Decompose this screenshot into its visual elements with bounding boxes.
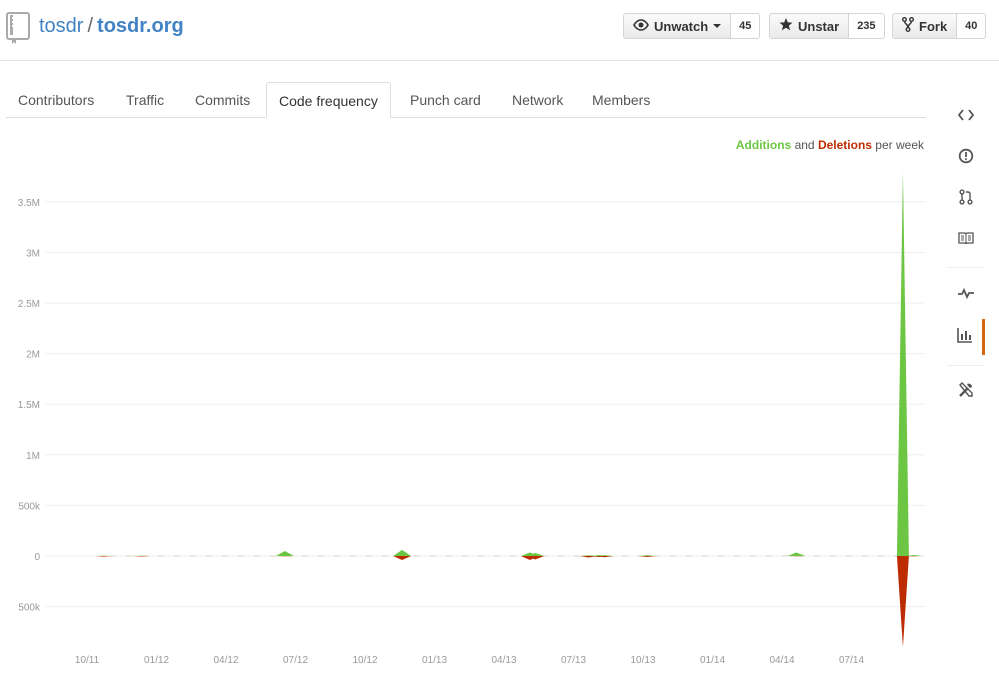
legend-suffix: per week: [875, 138, 924, 152]
x-tick-label: 04/12: [213, 655, 238, 666]
pulse-icon: [958, 286, 974, 304]
watch-button-group: Unwatch 45: [623, 13, 761, 39]
x-tick-label: 07/12: [283, 655, 308, 666]
sidebar-divider: [947, 365, 985, 366]
tab-code-frequency[interactable]: Code frequency: [266, 82, 391, 118]
star-button-group: Unstar 235: [769, 13, 885, 39]
legend-additions: Additions: [735, 138, 792, 152]
forks-count[interactable]: 40: [957, 13, 987, 39]
code-frequency-chart: 3.5M 3M 2.5M 2M 1.5M 1M 500k 0 500k 10/11 01/12 04…: [18, 171, 925, 666]
y-axis: 3.5M 3M 2.5M 2M 1.5M 1M 500k 0 500k: [18, 198, 41, 614]
tab-commits[interactable]: Commits: [183, 82, 262, 117]
sidebar-item-graphs[interactable]: [947, 319, 985, 355]
wiki-icon: [958, 231, 974, 249]
pull-requests-icon: [959, 188, 973, 210]
legend-deletions: Deletions: [817, 138, 872, 152]
fork-label: Fork: [919, 18, 948, 34]
x-tick-label: 04/13: [491, 655, 516, 666]
fork-icon: [902, 17, 919, 35]
x-tick-label: 07/14: [839, 655, 864, 666]
watchers-count[interactable]: 45: [731, 13, 761, 39]
sidebar-divider: [947, 267, 985, 268]
additions-area: [787, 552, 806, 556]
tab-contributors[interactable]: Contributors: [6, 82, 106, 117]
x-tick-label: 10/12: [352, 655, 377, 666]
repo-title: tosdr / tosdr.org: [39, 15, 184, 38]
unstar-label: Unstar: [798, 18, 840, 34]
chart-series: [94, 171, 925, 648]
repo-title-separator: /: [87, 15, 94, 37]
stargazers-count[interactable]: 235: [849, 13, 885, 39]
y-tick-label: 3M: [26, 248, 40, 259]
settings-icon: [958, 381, 974, 403]
repo-name-link[interactable]: tosdr.org: [97, 15, 184, 37]
x-tick-label: 01/13: [422, 655, 447, 666]
tab-punch-card[interactable]: Punch card: [398, 82, 493, 117]
y-tick-label: 0: [34, 552, 40, 563]
y-tick-label: 2M: [26, 350, 40, 361]
star-icon: [779, 18, 798, 34]
chart-legend: Additions and Deletions per week: [736, 138, 924, 152]
chart-grid: [45, 201, 925, 608]
x-tick-label: 01/12: [144, 655, 169, 666]
deletions-area: [638, 556, 657, 558]
x-tick-label: 07/13: [561, 655, 586, 666]
repo-owner-link[interactable]: tosdr: [39, 15, 83, 37]
unwatch-button[interactable]: Unwatch: [623, 13, 732, 39]
y-tick-label: 2.5M: [18, 299, 40, 310]
graph-tabs: Contributors Traffic Commits Code freque…: [6, 82, 926, 118]
y-tick-label: 3.5M: [18, 198, 40, 209]
additions-area: [275, 550, 294, 556]
deletions-area: [393, 556, 412, 561]
x-tick-label: 04/14: [769, 655, 794, 666]
sidebar-item-code[interactable]: [947, 99, 985, 135]
tab-network[interactable]: Network: [500, 82, 575, 117]
fork-button[interactable]: Fork: [892, 13, 958, 39]
code-icon: [957, 108, 975, 126]
x-tick-label: 10/11: [75, 655, 100, 666]
unwatch-label: Unwatch: [654, 18, 709, 34]
y-tick-label: 500k: [18, 603, 41, 614]
repo-sidebar-nav: [947, 88, 985, 428]
fork-button-group: Fork 40: [892, 13, 987, 39]
sidebar-item-wiki[interactable]: [947, 222, 985, 258]
chevron-down-icon: [713, 24, 722, 28]
x-axis: 10/11 01/12 04/12 07/12 10/12 01/13 04/13 07/13…: [75, 655, 865, 666]
deletions-area: [896, 556, 909, 648]
sidebar-item-settings[interactable]: [947, 374, 985, 410]
issues-icon: [958, 148, 974, 169]
graphs-icon: [956, 327, 973, 348]
additions-area: [393, 549, 412, 556]
y-tick-label: 1.5M: [18, 400, 40, 411]
sidebar-item-pulse[interactable]: [947, 277, 985, 313]
tab-traffic[interactable]: Traffic: [114, 82, 176, 117]
repo-header: tosdr / tosdr.org Unwatch 45 Unstar 235 Fo…: [0, 0, 999, 61]
sidebar-item-pull-requests[interactable]: [947, 181, 985, 217]
legend-and: and: [794, 138, 815, 152]
unstar-button[interactable]: Unstar: [769, 13, 850, 39]
repo-icon: [6, 12, 30, 49]
tab-members[interactable]: Members: [580, 82, 662, 117]
additions-area: [896, 171, 909, 556]
sidebar-item-issues[interactable]: [947, 140, 985, 176]
y-tick-label: 1M: [26, 451, 40, 462]
y-tick-label: 500k: [18, 501, 41, 512]
x-tick-label: 01/14: [700, 655, 725, 666]
eye-icon: [633, 18, 654, 34]
x-tick-label: 10/13: [630, 655, 655, 666]
